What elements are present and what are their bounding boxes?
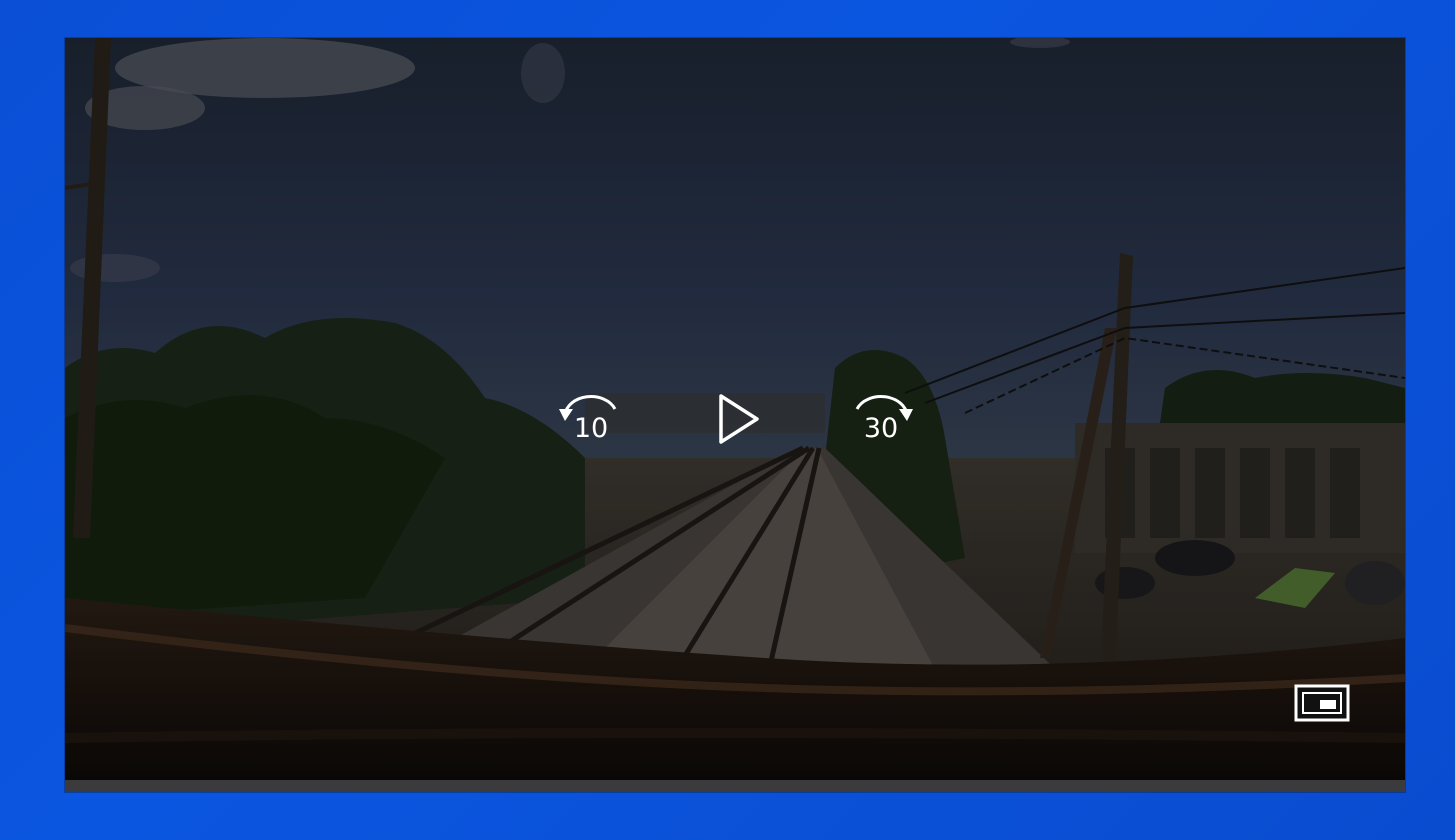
- skip-forward-label: 30: [863, 413, 899, 444]
- skip-forward-button[interactable]: 30: [845, 387, 917, 451]
- play-button[interactable]: [713, 392, 763, 446]
- video-player[interactable]: 10 30: [65, 38, 1405, 792]
- progress-bar[interactable]: [65, 780, 1405, 792]
- compact-overlay-icon: [1294, 684, 1350, 722]
- skip-back-label: 10: [573, 413, 609, 444]
- mini-view-button[interactable]: [1294, 684, 1350, 722]
- play-icon: [719, 394, 759, 444]
- skip-back-button[interactable]: 10: [555, 387, 627, 451]
